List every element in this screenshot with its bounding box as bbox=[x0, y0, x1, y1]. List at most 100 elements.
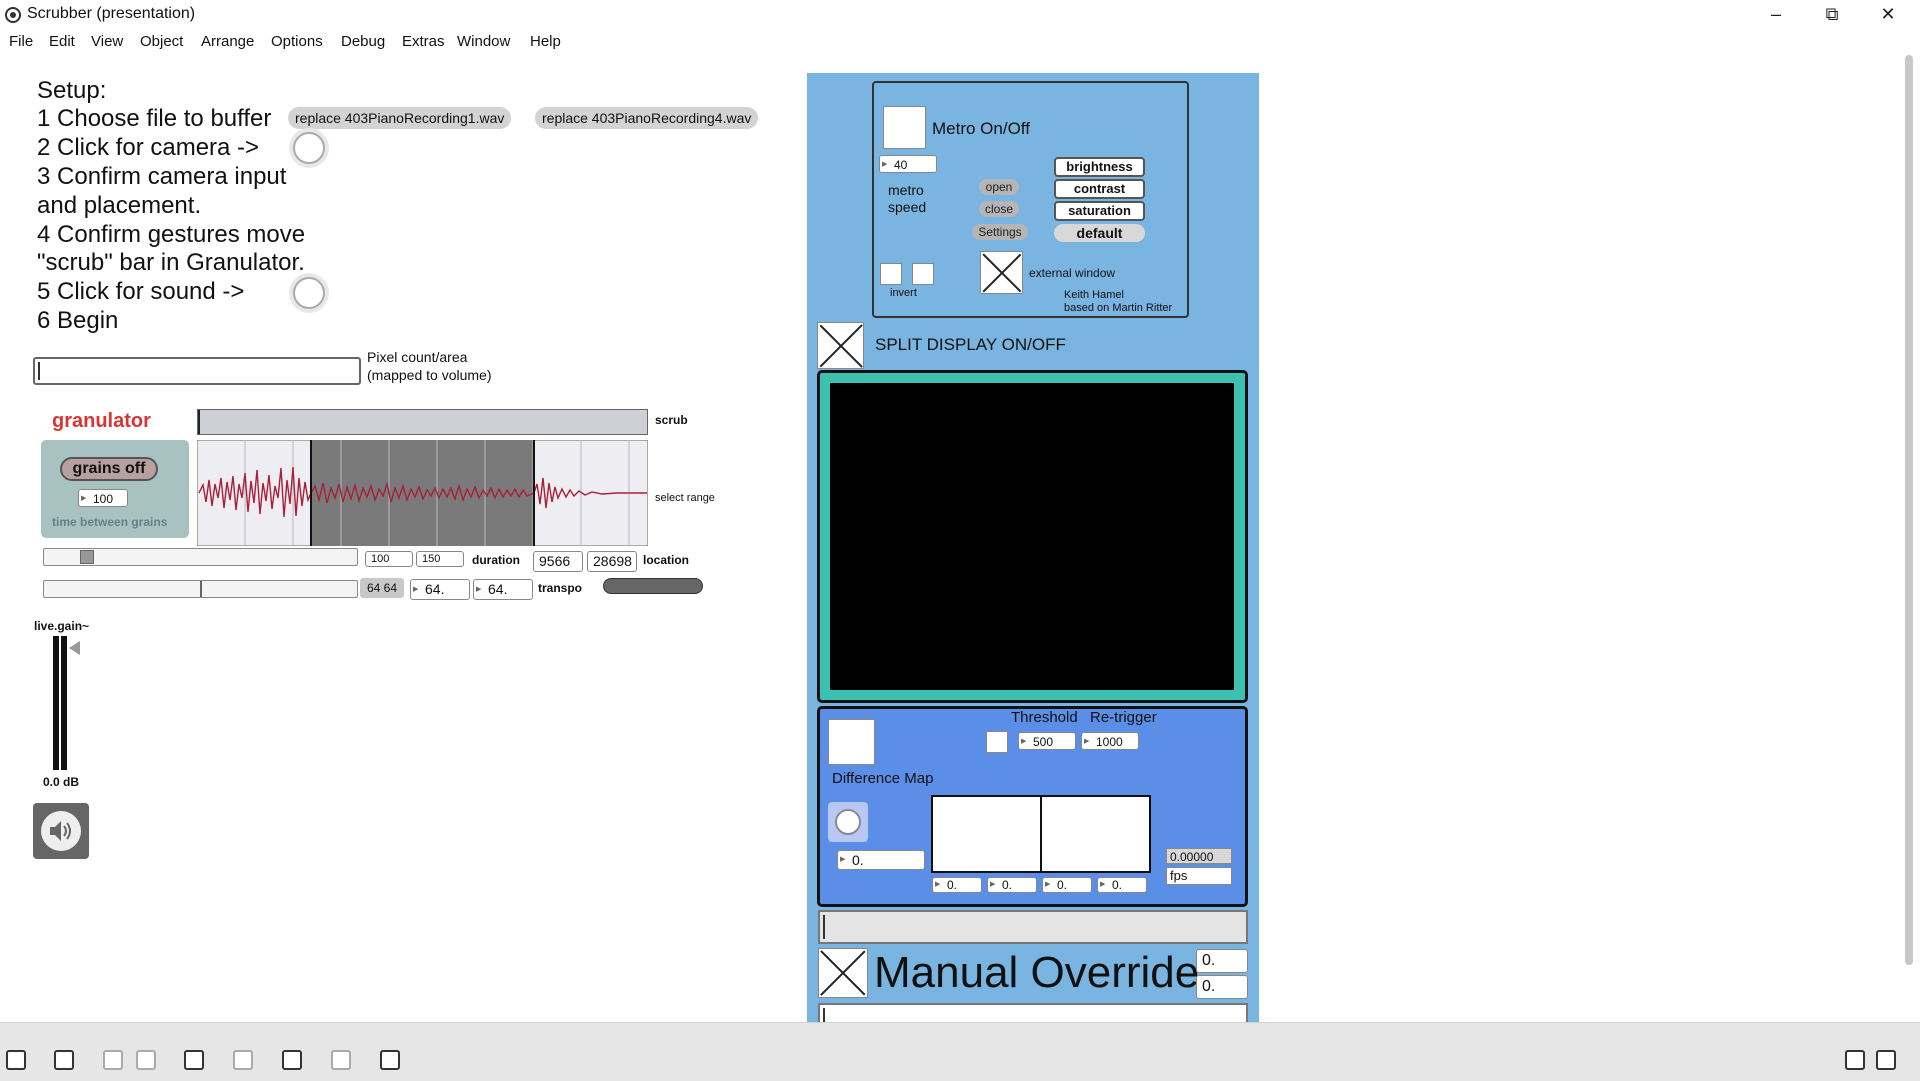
location-end-number[interactable]: 28698 bbox=[587, 551, 637, 572]
duration-range-slider[interactable] bbox=[43, 548, 358, 566]
setup-step-1: 1 Choose file to buffer bbox=[37, 105, 272, 132]
grid-value-4[interactable]: 0. bbox=[1097, 877, 1147, 893]
retrigger-label: Re-trigger bbox=[1090, 709, 1157, 726]
override-slider-bottom[interactable] bbox=[818, 1003, 1248, 1025]
transpo-bar-button[interactable] bbox=[603, 578, 703, 594]
external-window-label: external window bbox=[1029, 266, 1116, 280]
menu-options[interactable]: Options bbox=[271, 33, 323, 50]
gain-value: 0.0 dB bbox=[43, 775, 80, 789]
vertical-scrollbar[interactable] bbox=[1905, 55, 1913, 965]
metro-speed-label-1: metro bbox=[888, 182, 924, 198]
grid-value-3[interactable]: 0. bbox=[1042, 877, 1092, 893]
title-bar: Scrubber (presentation) – ⧉ ✕ bbox=[0, 0, 1920, 30]
presentation-icon[interactable] bbox=[54, 1050, 74, 1070]
audio-on-button[interactable] bbox=[33, 803, 89, 859]
manual-override-label: Manual Override bbox=[874, 948, 1200, 997]
grid-icon[interactable] bbox=[331, 1050, 351, 1070]
bang-button[interactable] bbox=[828, 802, 868, 842]
live-gain-label: live.gain~ bbox=[34, 619, 90, 633]
menu-arrange[interactable]: Arrange bbox=[201, 33, 254, 50]
settings-button[interactable]: Settings bbox=[972, 224, 1028, 240]
transpo-number-1[interactable]: 64. bbox=[410, 579, 470, 600]
split-display-toggle[interactable] bbox=[817, 322, 864, 369]
override-slider-top[interactable] bbox=[818, 910, 1248, 944]
lock-icon[interactable] bbox=[6, 1050, 26, 1070]
threshold-toggle[interactable] bbox=[986, 731, 1008, 753]
fps-value: 0.00000 bbox=[1166, 848, 1232, 864]
setup-step-4b: "scrub" bar in Granulator. bbox=[37, 249, 305, 276]
metro-toggle[interactable] bbox=[883, 106, 926, 149]
right-sidebar-icon[interactable] bbox=[1876, 1050, 1896, 1070]
scrub-bar[interactable] bbox=[197, 409, 648, 435]
duration-max-number[interactable]: 150 bbox=[416, 551, 464, 567]
menu-object[interactable]: Object bbox=[140, 33, 183, 50]
metro-speed-number[interactable]: 40 bbox=[879, 155, 937, 174]
minimize-button[interactable]: – bbox=[1748, 0, 1804, 30]
threshold-label: Threshold bbox=[1011, 709, 1078, 726]
snapshot-icon[interactable] bbox=[380, 1050, 400, 1070]
credit-author: Keith Hamel bbox=[1064, 289, 1124, 301]
duration-label: duration bbox=[472, 553, 520, 567]
info-icon[interactable] bbox=[233, 1050, 253, 1070]
menu-help[interactable]: Help bbox=[530, 33, 561, 50]
duration-slider-knob[interactable] bbox=[80, 550, 94, 564]
send-icon[interactable] bbox=[282, 1050, 302, 1070]
menu-debug[interactable]: Debug bbox=[341, 33, 385, 50]
threshold-number[interactable]: 500 bbox=[1018, 732, 1076, 751]
grains-toggle-button[interactable]: grains off bbox=[60, 457, 158, 481]
granulator-title: granulator bbox=[52, 410, 151, 432]
replace-file-1-button[interactable]: replace 403PianoRecording1.wav bbox=[288, 107, 512, 129]
grid-toggle-icon[interactable] bbox=[103, 1050, 123, 1070]
window-title: Scrubber (presentation) bbox=[27, 5, 196, 22]
grid-value-2[interactable]: 0. bbox=[987, 877, 1037, 893]
transpo-label: transpo bbox=[538, 581, 583, 595]
pixel-count-label: Pixel count/area bbox=[367, 349, 468, 365]
delete-icon[interactable] bbox=[136, 1050, 156, 1070]
select-range-label: select range bbox=[655, 492, 715, 504]
replace-file-2-button[interactable]: replace 403PianoRecording4.wav bbox=[535, 107, 759, 129]
difference-map-toggle[interactable] bbox=[828, 719, 875, 765]
waveform-display[interactable] bbox=[197, 440, 648, 546]
override-value-1[interactable]: 0. bbox=[1196, 949, 1248, 973]
menu-view[interactable]: View bbox=[91, 33, 123, 50]
invert-toggle-2[interactable] bbox=[912, 263, 934, 285]
difference-value-number[interactable]: 0. bbox=[837, 850, 925, 870]
setup-step-4a: 4 Confirm gestures move bbox=[37, 221, 306, 248]
location-start-number[interactable]: 9566 bbox=[533, 551, 583, 572]
time-between-grains-number[interactable]: 100 bbox=[78, 489, 128, 508]
left-sidebar-icon[interactable] bbox=[1845, 1050, 1865, 1070]
brightness-button[interactable]: brightness bbox=[1054, 157, 1145, 177]
override-value-2[interactable]: 0. bbox=[1196, 975, 1248, 999]
chart-icon[interactable] bbox=[184, 1050, 204, 1070]
camera-toggle-button[interactable] bbox=[293, 132, 325, 164]
manual-override-toggle[interactable] bbox=[818, 948, 868, 998]
menu-window[interactable]: Window bbox=[457, 33, 510, 50]
location-label: location bbox=[643, 553, 690, 567]
difference-map-label: Difference Map bbox=[832, 770, 934, 787]
transpo-slider[interactable] bbox=[43, 580, 358, 598]
menu-edit[interactable]: Edit bbox=[49, 33, 75, 50]
close-camera-button[interactable]: close bbox=[979, 201, 1019, 217]
saturation-button[interactable]: saturation bbox=[1054, 201, 1145, 221]
gain-slider-handle[interactable] bbox=[69, 641, 80, 655]
gain-meter-right bbox=[61, 636, 67, 770]
split-display-label: SPLIT DISPLAY ON/OFF bbox=[875, 335, 1066, 354]
external-window-toggle[interactable] bbox=[980, 251, 1023, 294]
menu-extras[interactable]: Extras bbox=[402, 33, 445, 50]
sound-toggle-button[interactable] bbox=[293, 277, 325, 309]
grid-value-1[interactable]: 0. bbox=[932, 877, 982, 893]
close-window-button[interactable]: ✕ bbox=[1860, 0, 1916, 30]
transpo-slider-knob[interactable] bbox=[200, 581, 202, 597]
menu-file[interactable]: File bbox=[9, 33, 33, 50]
invert-label: invert bbox=[890, 287, 917, 299]
contrast-button[interactable]: contrast bbox=[1054, 179, 1145, 199]
open-camera-button[interactable]: open bbox=[979, 179, 1019, 195]
duration-min-number[interactable]: 100 bbox=[365, 551, 413, 567]
restore-button[interactable]: ⧉ bbox=[1804, 0, 1860, 30]
setup-step-6: 6 Begin bbox=[37, 307, 119, 334]
transpo-number-2[interactable]: 64. bbox=[473, 579, 533, 600]
retrigger-number[interactable]: 1000 bbox=[1081, 732, 1139, 751]
invert-toggle-1[interactable] bbox=[880, 263, 902, 285]
default-button[interactable]: default bbox=[1054, 224, 1145, 242]
gain-meter-left bbox=[53, 636, 59, 770]
